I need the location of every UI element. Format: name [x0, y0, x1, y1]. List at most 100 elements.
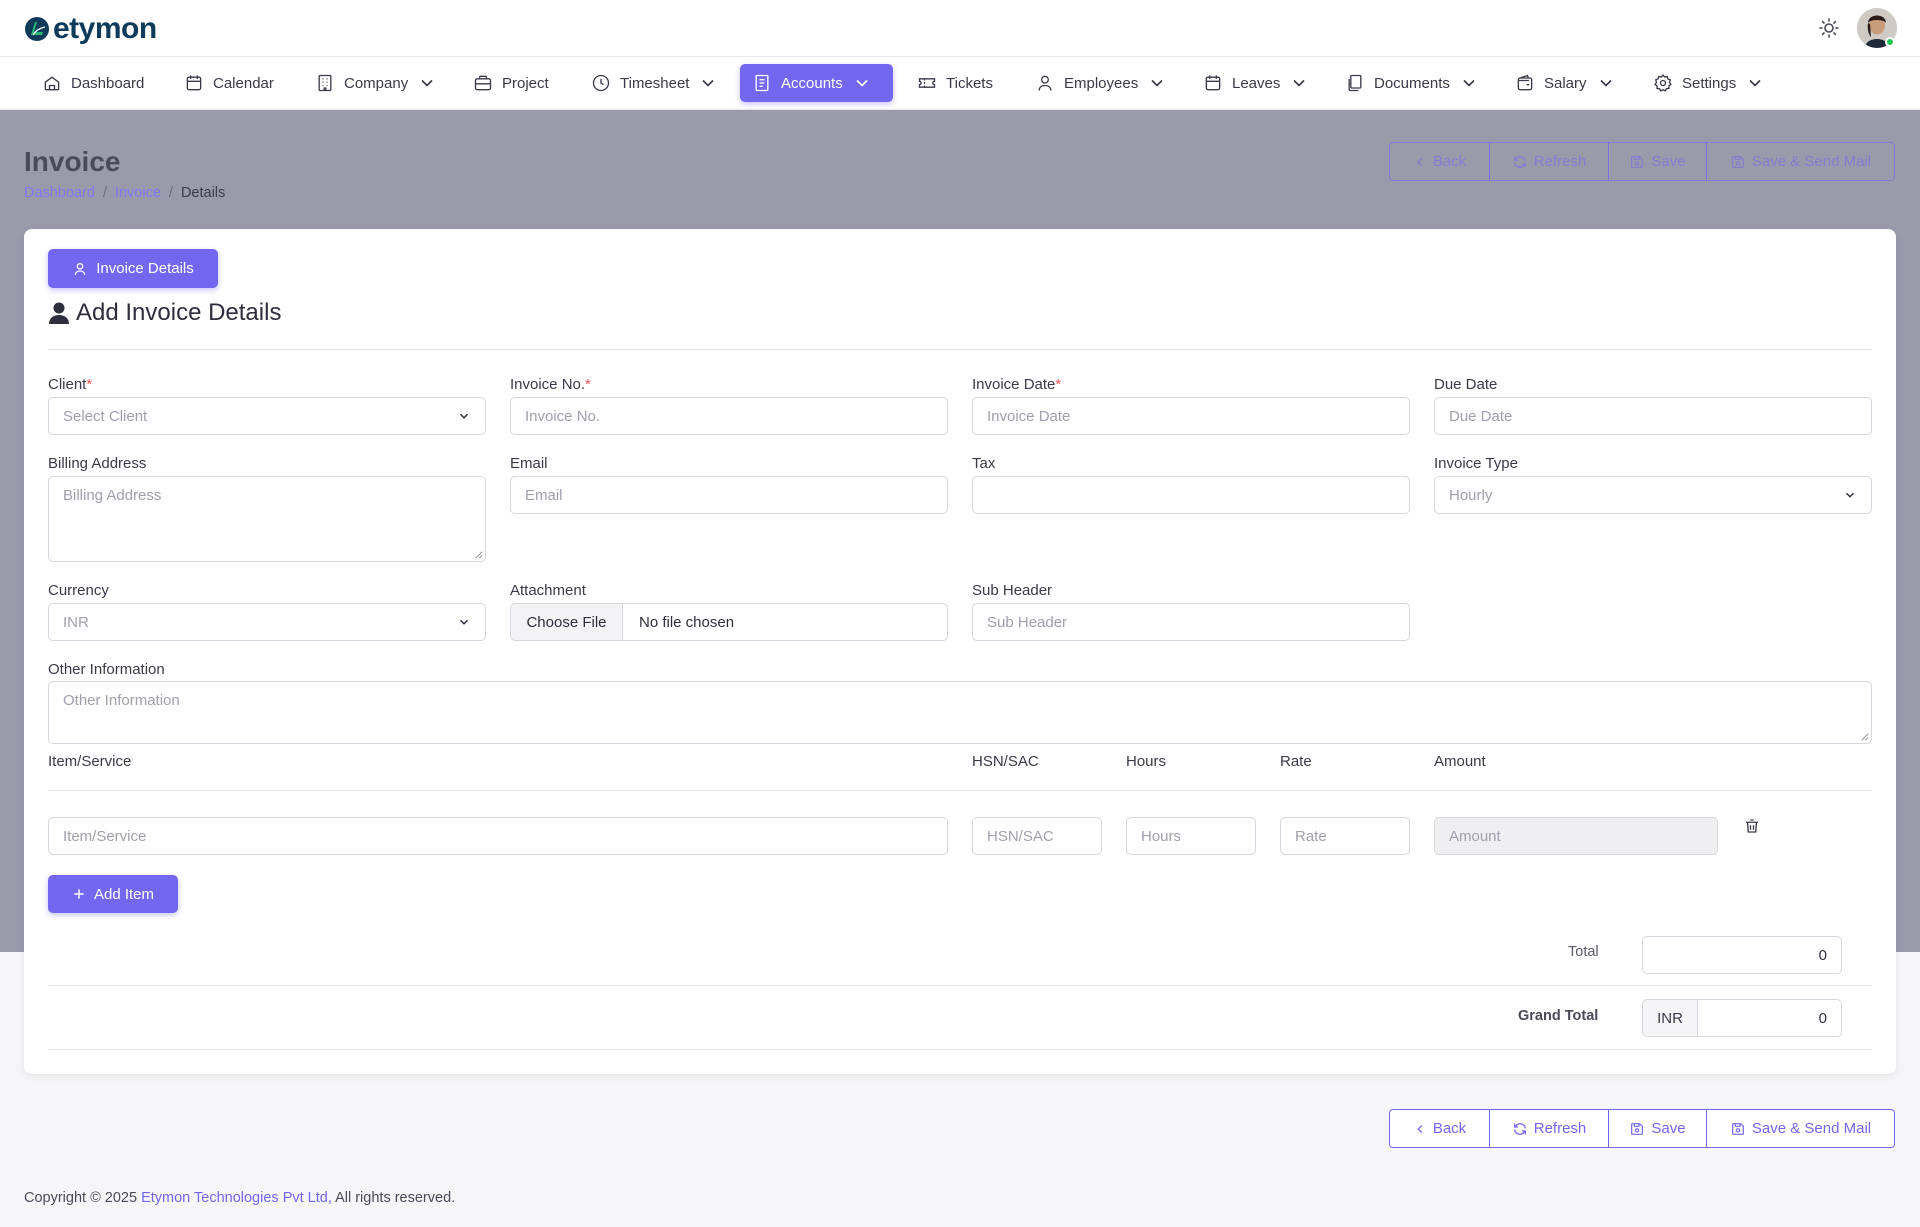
grand-total-currency: INR — [1642, 999, 1698, 1037]
sub-header-input[interactable]: Sub Header — [972, 603, 1410, 641]
tax-input[interactable] — [972, 476, 1410, 514]
email-label: Email — [510, 455, 548, 472]
top-action-group: Back Refresh Save Save & Send Mail — [1389, 142, 1895, 181]
user-icon — [1038, 75, 1052, 91]
due-date-input[interactable]: Due Date — [1434, 397, 1872, 435]
footer-copyright: Copyright © 2025 — [24, 1190, 142, 1206]
top-header: etymon — [0, 0, 1920, 57]
nav-item-project[interactable]: Project — [461, 64, 561, 102]
nav-item-leaves[interactable]: Leaves — [1191, 64, 1321, 102]
save-button[interactable]: Save — [1608, 142, 1707, 181]
hsn-sac-input[interactable]: HSN/SAC — [972, 817, 1102, 855]
breadcrumb-invoice[interactable]: Invoice — [115, 185, 161, 201]
invoice-no-input[interactable]: Invoice No. — [510, 397, 948, 435]
grand-total-label: Grand Total — [1518, 1008, 1599, 1024]
plus-icon — [74, 889, 84, 899]
divider — [48, 985, 1872, 986]
total-label: Total — [1568, 944, 1599, 960]
nav-item-company[interactable]: Company — [303, 64, 449, 102]
chevron-left-icon — [1417, 157, 1423, 166]
nav-label: Employees — [1064, 74, 1139, 92]
user-icon — [74, 262, 86, 275]
chevron-down-icon — [459, 413, 469, 419]
floppy-disk-icon — [1631, 1122, 1644, 1135]
chevron-down-icon — [1293, 79, 1305, 87]
client-select[interactable]: Select Client — [48, 397, 486, 435]
section-title-text: Add Invoice Details — [76, 299, 282, 326]
nav-item-timesheet[interactable]: Timesheet — [579, 64, 730, 102]
save-send-label: Save & Send Mail — [1751, 1120, 1872, 1137]
nav-item-calendar[interactable]: Calendar — [172, 64, 286, 102]
brand-name: etymon — [53, 12, 157, 45]
currency-select[interactable]: INR — [48, 603, 486, 641]
resize-handle-icon[interactable] — [474, 550, 483, 559]
invoice-no-label: Invoice No.* — [510, 376, 591, 393]
tab-invoice-details[interactable]: Invoice Details — [48, 249, 218, 288]
trash-icon[interactable] — [1743, 817, 1761, 835]
nav-item-settings[interactable]: Settings — [1641, 64, 1777, 102]
other-info-label: Other Information — [48, 661, 165, 678]
email-input[interactable]: Email — [510, 476, 948, 514]
other-info-textarea[interactable]: Other Information — [48, 681, 1872, 744]
save-send-mail-button[interactable]: Save & Send Mail — [1706, 1109, 1895, 1148]
column-header-hsn: HSN/SAC — [972, 753, 1039, 770]
sun-icon[interactable] — [1817, 16, 1841, 40]
refresh-label: Refresh — [1533, 153, 1587, 170]
hsn-sac-placeholder: HSN/SAC — [987, 827, 1054, 845]
nav-item-dashboard[interactable]: Dashboard — [30, 64, 156, 102]
brand-logo[interactable]: etymon — [24, 12, 157, 46]
client-label: Client* — [48, 376, 93, 393]
bottom-action-group: Back Refresh Save Save & Send Mail — [1389, 1109, 1895, 1148]
amount-placeholder: Amount — [1449, 827, 1501, 845]
nav-item-salary[interactable]: Salary — [1503, 64, 1628, 102]
chevron-down-icon — [856, 79, 868, 87]
column-header-rate: Rate — [1280, 753, 1312, 770]
other-info-placeholder: Other Information — [63, 692, 180, 709]
save-send-mail-button[interactable]: Save & Send Mail — [1706, 142, 1895, 181]
refresh-button[interactable]: Refresh — [1489, 142, 1609, 181]
nav-label: Dashboard — [71, 74, 145, 92]
nav-label: Salary — [1544, 74, 1587, 92]
save-button[interactable]: Save — [1608, 1109, 1707, 1148]
billing-address-label: Billing Address — [48, 455, 147, 472]
wallet-icon — [1517, 74, 1533, 91]
nav-item-accounts[interactable]: Accounts — [740, 64, 893, 102]
refresh-button[interactable]: Refresh — [1489, 1109, 1609, 1148]
calendar-icon — [1205, 75, 1221, 91]
hours-input[interactable]: Hours — [1126, 817, 1256, 855]
nav-item-documents[interactable]: Documents — [1333, 64, 1491, 102]
total-input[interactable]: 0 — [1642, 936, 1842, 974]
invoice-type-value: Hourly — [1449, 486, 1493, 504]
breadcrumb-separator: / — [102, 185, 107, 201]
attachment-file-input[interactable]: Choose File No file chosen — [510, 603, 948, 641]
gear-icon — [1654, 74, 1672, 92]
home-icon — [44, 76, 60, 91]
add-item-button[interactable]: Add Item — [48, 875, 178, 913]
nav-item-employees[interactable]: Employees — [1023, 64, 1179, 102]
back-button[interactable]: Back — [1389, 1109, 1490, 1148]
billing-address-textarea[interactable]: Billing Address — [48, 476, 486, 562]
nav-item-tickets[interactable]: Tickets — [905, 64, 1005, 102]
invoice-type-select[interactable]: Hourly — [1434, 476, 1872, 514]
breadcrumb-current: Details — [180, 185, 226, 201]
nav-label: Calendar — [213, 74, 274, 92]
ticket-icon — [918, 78, 936, 88]
back-button[interactable]: Back — [1389, 142, 1490, 181]
rate-input[interactable]: Rate — [1280, 817, 1410, 855]
column-header-item: Item/Service — [48, 753, 132, 770]
item-service-input[interactable]: Item/Service — [48, 817, 948, 855]
chevron-down-icon — [1463, 79, 1475, 87]
due-date-placeholder: Due Date — [1449, 407, 1513, 425]
client-select-value: Select Client — [63, 407, 148, 425]
grand-total-input[interactable]: 0 — [1697, 999, 1842, 1037]
invoice-date-input[interactable]: Invoice Date — [972, 397, 1410, 435]
clock-icon — [592, 74, 610, 92]
resize-handle-icon[interactable] — [1860, 732, 1869, 741]
choose-file-button[interactable]: Choose File — [511, 604, 623, 640]
nav-label: Project — [502, 74, 549, 92]
nav-label: Leaves — [1232, 74, 1281, 92]
chevron-down-icon — [421, 79, 433, 87]
breadcrumb-dashboard[interactable]: Dashboard — [24, 185, 95, 201]
footer-company-link[interactable]: Etymon Technologies Pvt Ltd, — [141, 1190, 332, 1206]
main-nav: Dashboard Calendar Company Project Times… — [0, 57, 1920, 110]
